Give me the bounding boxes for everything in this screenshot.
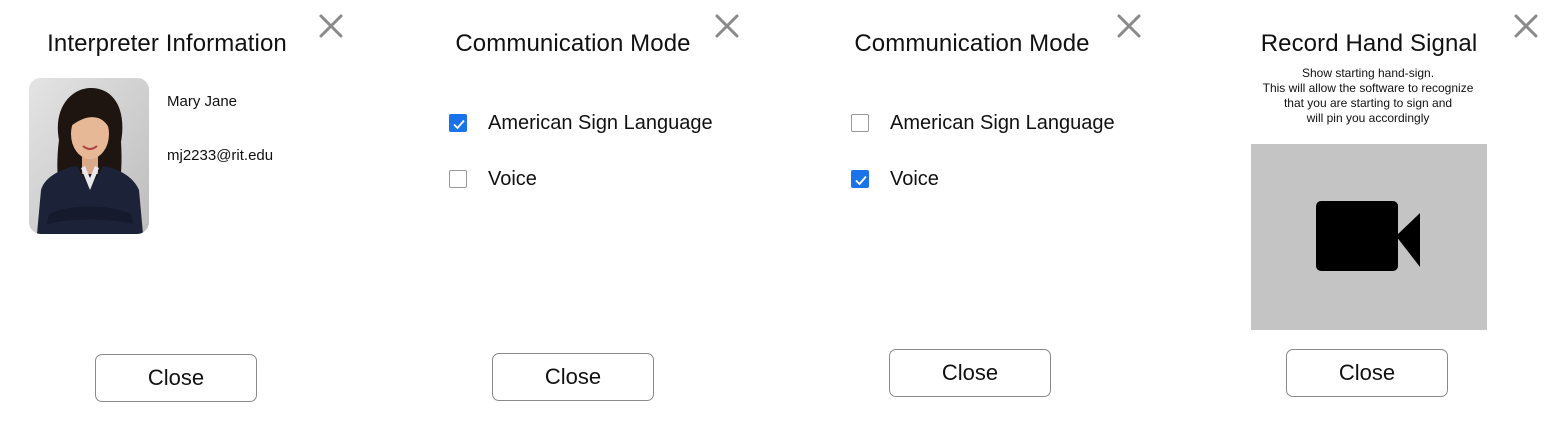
close-icon[interactable]	[1512, 12, 1540, 40]
close-button[interactable]: Close	[889, 349, 1051, 397]
option-american-sign-language[interactable]: American Sign Language	[449, 111, 713, 135]
voice-checkbox[interactable]	[851, 170, 869, 188]
voice-checkbox[interactable]	[449, 170, 467, 188]
option-label: Voice	[488, 167, 537, 190]
panel-title: Communication Mode	[455, 30, 691, 57]
instruction-line: This will allow the software to recogniz…	[1262, 81, 1474, 95]
interpreter-avatar	[29, 78, 149, 234]
interpreter-name: Mary Jane	[167, 93, 238, 110]
instruction-line: will pin you accordingly	[1306, 111, 1430, 125]
close-icon[interactable]	[317, 12, 345, 40]
option-american-sign-language[interactable]: American Sign Language	[851, 111, 1115, 135]
option-label: American Sign Language	[890, 111, 1115, 134]
instruction-text: Show starting hand-sign. This will allow…	[1263, 66, 1474, 126]
communication-mode-panel-voice: Communication Mode American Sign Languag…	[780, 0, 1180, 445]
close-icon[interactable]	[713, 12, 741, 40]
option-label: Voice	[890, 167, 939, 190]
option-voice[interactable]: Voice	[851, 167, 939, 191]
close-button[interactable]: Close	[1286, 349, 1448, 397]
interpreter-email: mj2233@rit.edu	[167, 147, 274, 164]
communication-mode-panel-asl: Communication Mode American Sign Languag…	[380, 0, 780, 445]
video-record-area[interactable]	[1251, 144, 1487, 330]
close-button[interactable]: Close	[95, 354, 257, 402]
instruction-line: that you are starting to sign and	[1283, 96, 1453, 110]
panel-title: Interpreter Information	[47, 30, 287, 57]
instruction-line: Show starting hand-sign.	[1301, 66, 1435, 80]
panel-title: Record Hand Signal	[1260, 30, 1478, 57]
interpreter-info-panel: Interpreter Information Mary Jane mj2233…	[0, 0, 380, 445]
asl-checkbox[interactable]	[851, 114, 869, 132]
video-camera-icon[interactable]	[1316, 201, 1422, 273]
close-icon[interactable]	[1115, 12, 1143, 40]
panel-title: Communication Mode	[854, 30, 1090, 57]
option-voice[interactable]: Voice	[449, 167, 537, 191]
asl-checkbox[interactable]	[449, 114, 467, 132]
option-label: American Sign Language	[488, 111, 713, 134]
close-button[interactable]: Close	[492, 353, 654, 401]
